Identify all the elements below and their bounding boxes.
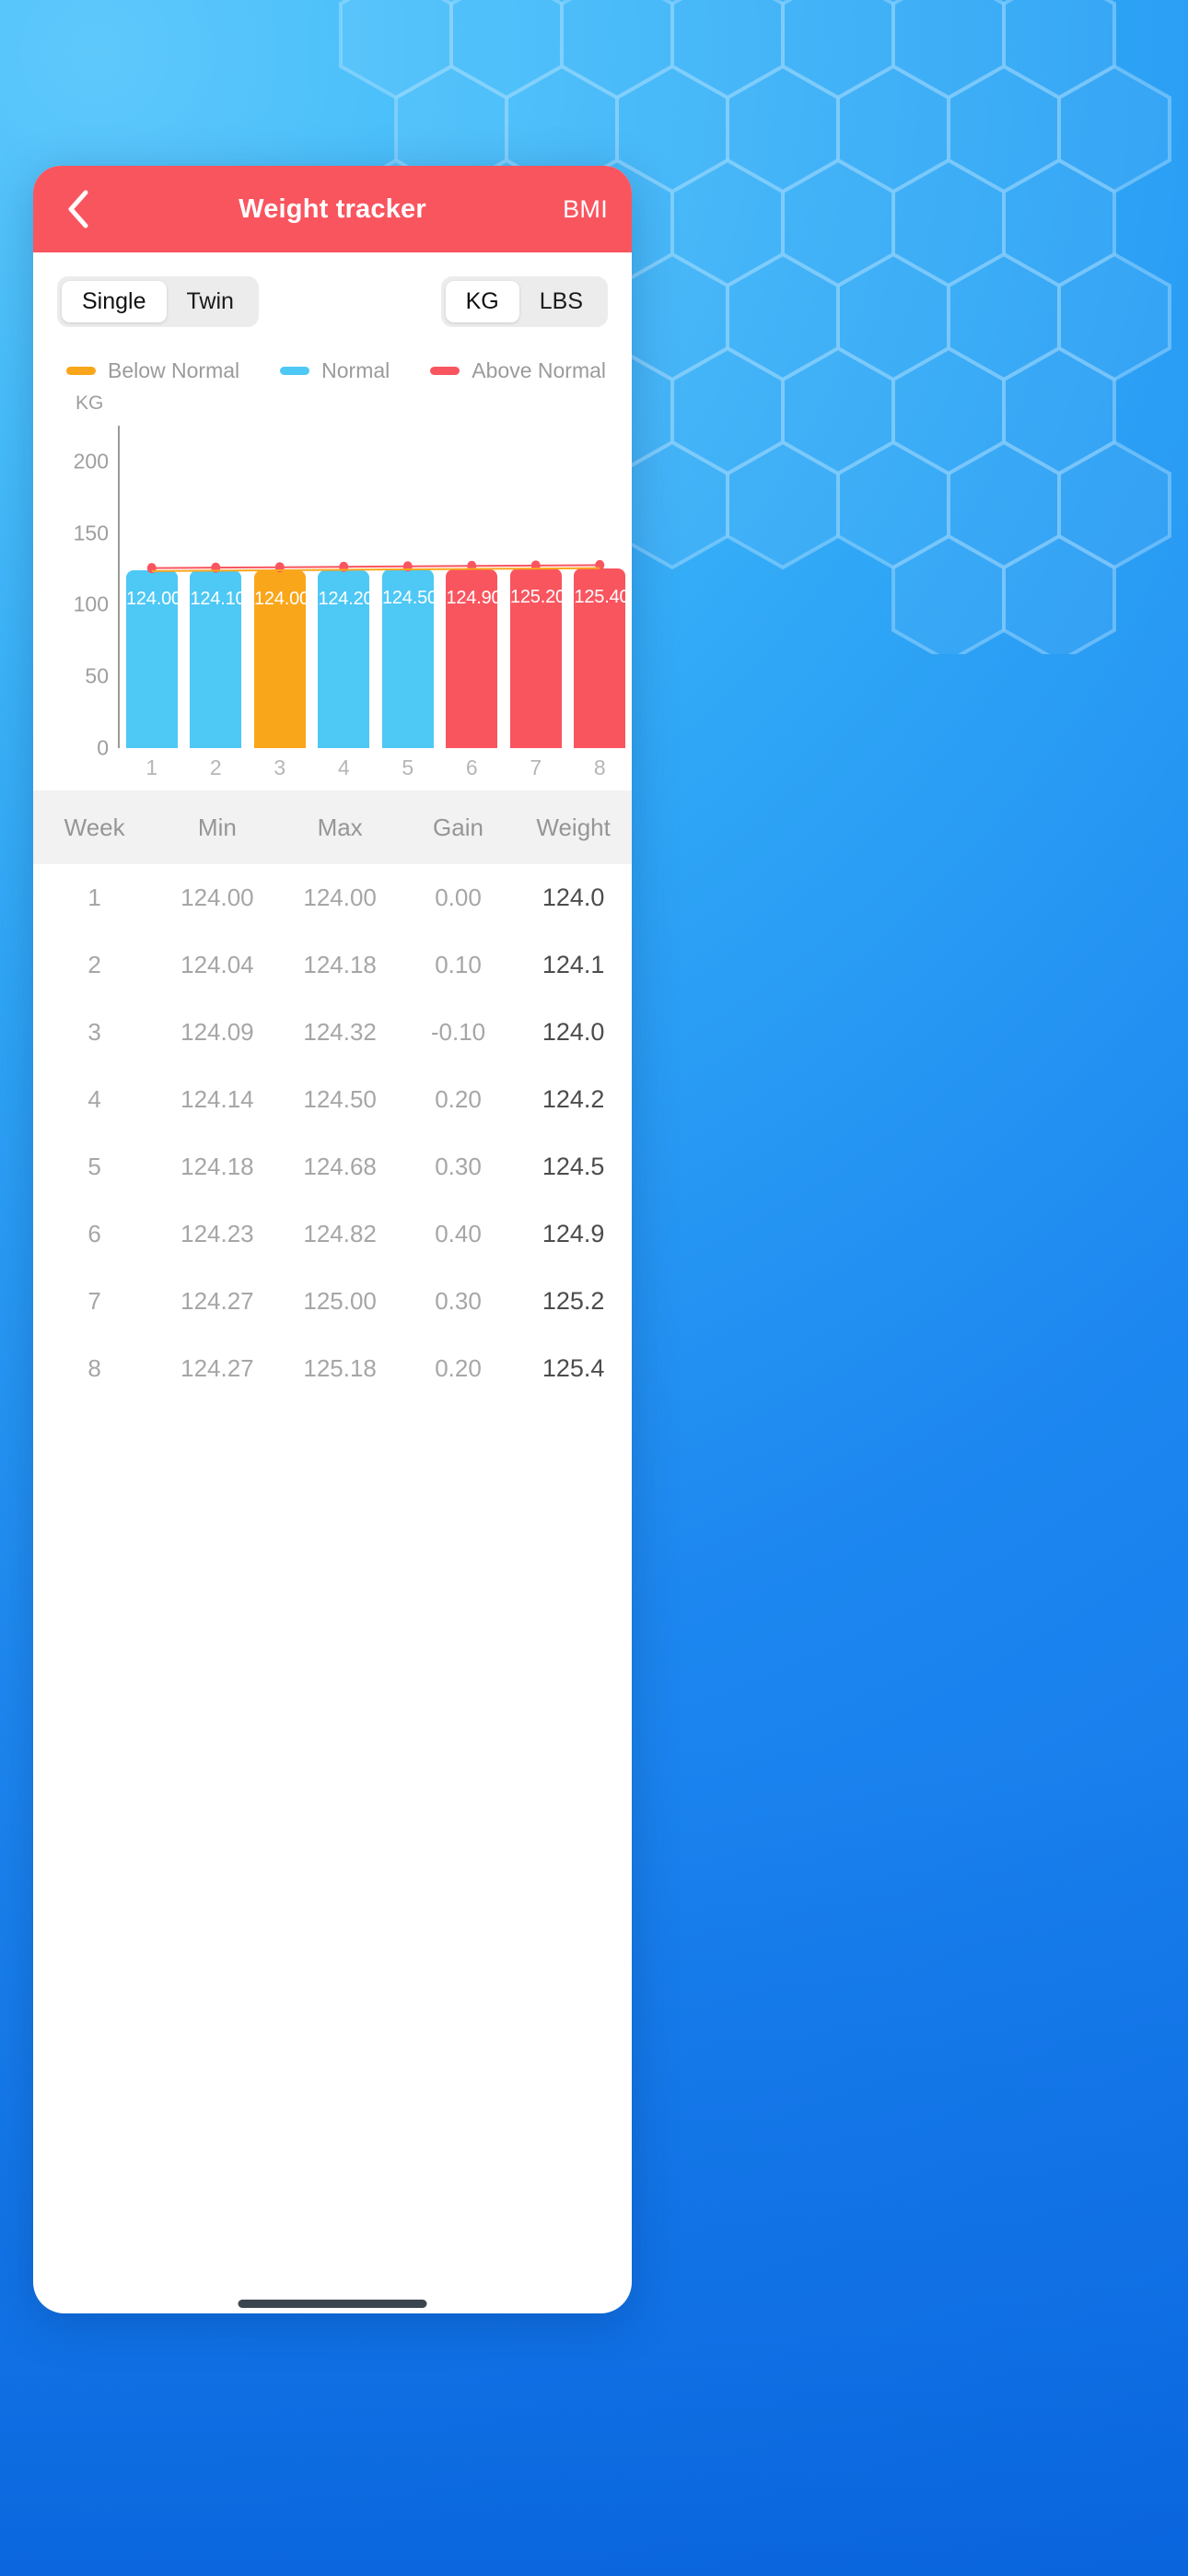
cell-week: 1 [87, 884, 101, 911]
column-header-weight: Weight [536, 813, 611, 841]
cell-min: 124.09 [181, 1018, 254, 1046]
cell-gain: 0.20 [435, 1354, 482, 1382]
table-row[interactable]: 8 124.27 125.18 0.20 125.4 [33, 1335, 632, 1402]
table-row[interactable]: 2 124.04 124.18 0.10 124.1 [33, 931, 632, 999]
x-tick-week-2: 2 [209, 755, 222, 779]
cell-weight: 124.0 [542, 1018, 605, 1046]
weekly-weight-table: Week Min Max Gain Weight 1 124.00 124.00 0.… [33, 790, 632, 1402]
legend-item-above-normal: Above Normal [430, 358, 606, 383]
cell-max: 124.82 [303, 1220, 377, 1247]
chart-plot-area: 125.40 125.20 124.90 124.50 124.20 124.00 124.… [120, 426, 632, 748]
x-tick-week-5: 5 [402, 755, 414, 779]
cell-week: 5 [87, 1153, 101, 1180]
cell-gain: 0.30 [435, 1287, 482, 1315]
legend-swatch-above-normal [430, 367, 460, 375]
segment-twin[interactable]: Twin [167, 281, 254, 322]
chart-legend: Below Normal Normal Above Normal [33, 327, 632, 383]
cell-weight: 124.1 [542, 951, 605, 978]
table-row[interactable]: 7 124.27 125.00 0.30 125.2 [33, 1268, 632, 1335]
page-title: Weight tracker [239, 193, 426, 224]
cell-week: 2 [87, 951, 101, 978]
y-tick-100: 100 [73, 591, 109, 616]
y-axis-unit-label: KG [76, 392, 104, 414]
cell-week: 4 [87, 1085, 101, 1113]
table-row[interactable]: 6 124.23 124.82 0.40 124.9 [33, 1200, 632, 1268]
weight-bar-chart: KG 200 150 100 50 0 125.40 125.20 124.90 124.50… [33, 392, 632, 781]
legend-item-normal: Normal [280, 358, 390, 383]
segment-single[interactable]: Single [62, 281, 167, 322]
cell-gain: 0.20 [435, 1085, 482, 1113]
column-header-gain: Gain [433, 813, 483, 841]
x-axis-ticks: 1 2 3 4 5 6 7 8 [120, 755, 632, 787]
x-tick-week-8: 8 [593, 755, 606, 779]
cell-weight: 124.5 [542, 1153, 605, 1180]
table-row[interactable]: 1 124.00 124.00 0.00 124.0 [33, 864, 632, 931]
column-header-min: Min [197, 813, 237, 841]
threshold-lines-overlay [146, 559, 605, 574]
column-header-week: Week [64, 813, 125, 841]
table-row[interactable]: 4 124.14 124.50 0.20 124.2 [33, 1066, 632, 1133]
cell-min: 124.18 [181, 1153, 254, 1180]
segment-kg[interactable]: KG [445, 281, 519, 322]
cell-weight: 124.9 [542, 1220, 605, 1247]
cell-week: 7 [87, 1287, 101, 1315]
cell-min: 124.14 [181, 1085, 254, 1113]
legend-swatch-normal [280, 367, 310, 375]
x-tick-week-1: 1 [146, 755, 158, 779]
cell-max: 124.18 [303, 951, 377, 978]
x-tick-week-7: 7 [530, 755, 542, 779]
table-row[interactable]: 5 124.18 124.68 0.30 124.5 [33, 1133, 632, 1200]
cell-gain: -0.10 [430, 1018, 486, 1046]
cell-max: 124.68 [303, 1153, 377, 1180]
cell-weight: 125.2 [542, 1287, 605, 1315]
y-tick-200: 200 [73, 449, 109, 474]
cell-weight: 125.4 [542, 1354, 605, 1382]
legend-label-normal: Normal [321, 358, 390, 382]
x-tick-week-4: 4 [337, 755, 350, 779]
cell-max: 124.32 [303, 1018, 377, 1046]
chevron-left-icon [68, 190, 88, 228]
legend-item-below-normal: Below Normal [66, 358, 239, 383]
cell-gain: 0.00 [435, 884, 482, 911]
cell-week: 6 [87, 1220, 101, 1247]
legend-label-above-normal: Above Normal [472, 358, 607, 382]
cell-weight: 124.0 [542, 884, 605, 911]
controls-row: Single Twin KG LBS [33, 252, 632, 327]
cell-max: 125.18 [303, 1354, 377, 1382]
mode-segmented-control[interactable]: Single Twin [57, 276, 259, 327]
table-row[interactable]: 3 124.09 124.32 -0.10 124.0 [33, 999, 632, 1066]
bmi-button[interactable]: BMI [563, 195, 608, 224]
cell-min: 124.27 [181, 1287, 254, 1315]
cell-week: 8 [87, 1354, 101, 1382]
y-tick-0: 0 [97, 735, 109, 760]
app-header: Weight tracker BMI [33, 166, 632, 252]
cell-max: 125.00 [303, 1287, 377, 1315]
cell-gain: 0.10 [435, 951, 482, 978]
table-header-row: Week Min Max Gain Weight [33, 790, 632, 864]
cell-min: 124.04 [181, 951, 254, 978]
cell-min: 124.27 [181, 1354, 254, 1382]
cell-weight: 124.2 [542, 1085, 605, 1113]
segment-lbs[interactable]: LBS [519, 281, 603, 322]
legend-swatch-below-normal [66, 367, 96, 375]
legend-label-below-normal: Below Normal [108, 358, 240, 382]
unit-segmented-control[interactable]: KG LBS [440, 276, 608, 327]
y-axis-ticks: 200 150 100 50 0 [33, 426, 118, 759]
cell-week: 3 [87, 1018, 101, 1046]
y-tick-150: 150 [73, 521, 109, 545]
y-tick-50: 50 [85, 663, 109, 688]
cell-min: 124.23 [181, 1220, 254, 1247]
cell-min: 124.00 [181, 884, 254, 911]
cell-gain: 0.40 [435, 1220, 482, 1247]
weight-tracker-card: Weight tracker BMI Single Twin KG LBS Be… [33, 166, 632, 2313]
cell-max: 124.50 [303, 1085, 377, 1113]
back-button[interactable] [57, 188, 99, 230]
column-header-max: Max [317, 813, 363, 841]
cell-max: 124.00 [303, 884, 377, 911]
home-indicator [238, 2300, 427, 2308]
x-tick-week-3: 3 [274, 755, 286, 779]
cell-gain: 0.30 [435, 1153, 482, 1180]
table-body: 1 124.00 124.00 0.00 124.0 2 124.04 124.18 0.10 1… [33, 864, 632, 1402]
x-tick-week-6: 6 [465, 755, 478, 779]
